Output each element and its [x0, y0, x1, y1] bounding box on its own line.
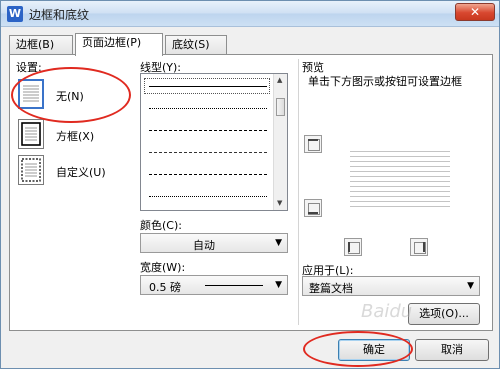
preview-text-line	[350, 171, 450, 172]
watermark: Baidu	[361, 301, 413, 322]
preview-text-line	[350, 196, 450, 197]
highlight-ellipse-ok	[303, 331, 413, 367]
color-value: 自动	[193, 239, 215, 252]
column-divider	[298, 59, 299, 325]
dialog-window: W 边框和底纹 ✕ 边框(B) 页面边框(P) 底纹(S) 设置: 无(N) 方…	[0, 0, 500, 369]
preview-text-line	[350, 156, 450, 157]
scroll-thumb[interactable]	[276, 98, 285, 116]
line-style-dash-dot[interactable]	[149, 174, 267, 175]
line-style-list[interactable]: ▲ ▼	[140, 73, 288, 211]
preview-text-line	[350, 176, 450, 177]
wps-writer-icon: W	[7, 6, 23, 22]
setting-box[interactable]: 方框(X)	[18, 119, 128, 155]
title-bar: W 边框和底纹 ✕	[1, 1, 499, 27]
preview-text-line	[350, 191, 450, 192]
scroll-up-icon[interactable]: ▲	[277, 76, 282, 84]
preview-text-line	[350, 181, 450, 182]
setting-custom[interactable]: 自定义(U)	[18, 155, 128, 191]
width-label: 宽度(W):	[140, 261, 186, 274]
preview-page	[350, 151, 450, 255]
line-style-scrollbar[interactable]: ▲ ▼	[273, 74, 287, 210]
setting-custom-label: 自定义(U)	[56, 166, 106, 179]
line-style-dash-dot-dot[interactable]	[149, 196, 267, 197]
top-border-button[interactable]	[304, 135, 322, 153]
color-label: 颜色(C):	[140, 219, 182, 232]
preview-hint: 单击下方图示或按钮可设置边框	[308, 75, 462, 88]
apply-to-select[interactable]: 整篇文档 ▼	[302, 276, 480, 296]
line-style-dotted[interactable]	[149, 108, 267, 109]
highlight-ellipse-setting	[11, 67, 131, 123]
bottom-border-button[interactable]	[304, 199, 322, 217]
color-select[interactable]: 自动 ▼	[140, 233, 288, 253]
tab-page-border[interactable]: 页面边框(P)	[75, 33, 163, 56]
preview-text-line	[350, 201, 450, 202]
setting-box-icon	[18, 119, 44, 149]
width-line-sample	[205, 285, 263, 286]
line-style-dashed[interactable]	[149, 130, 267, 131]
chevron-down-icon: ▼	[467, 281, 474, 291]
preview-text-line	[350, 206, 450, 207]
dialog-title: 边框和底纹	[29, 8, 90, 22]
line-style-long-dashed[interactable]	[149, 152, 267, 153]
line-style-solid[interactable]	[149, 86, 267, 87]
close-button[interactable]: ✕	[455, 3, 495, 21]
setting-box-label: 方框(X)	[56, 130, 95, 143]
options-button[interactable]: 选项(O)...	[408, 303, 480, 325]
chevron-down-icon: ▼	[275, 280, 282, 290]
setting-custom-icon	[18, 155, 44, 185]
preview-text-line	[350, 186, 450, 187]
width-value: 0.5 磅	[149, 281, 181, 294]
tab-shading[interactable]: 底纹(S)	[165, 35, 227, 54]
preview-text-line	[350, 151, 450, 152]
scroll-down-icon[interactable]: ▼	[277, 199, 282, 207]
apply-to-value: 整篇文档	[309, 282, 353, 295]
tab-border[interactable]: 边框(B)	[9, 35, 73, 54]
chevron-down-icon: ▼	[275, 238, 282, 248]
cancel-button[interactable]: 取消	[415, 339, 489, 361]
preview-text-line	[350, 166, 450, 167]
width-select[interactable]: 0.5 磅 ▼	[140, 275, 288, 295]
preview-text-line	[350, 161, 450, 162]
